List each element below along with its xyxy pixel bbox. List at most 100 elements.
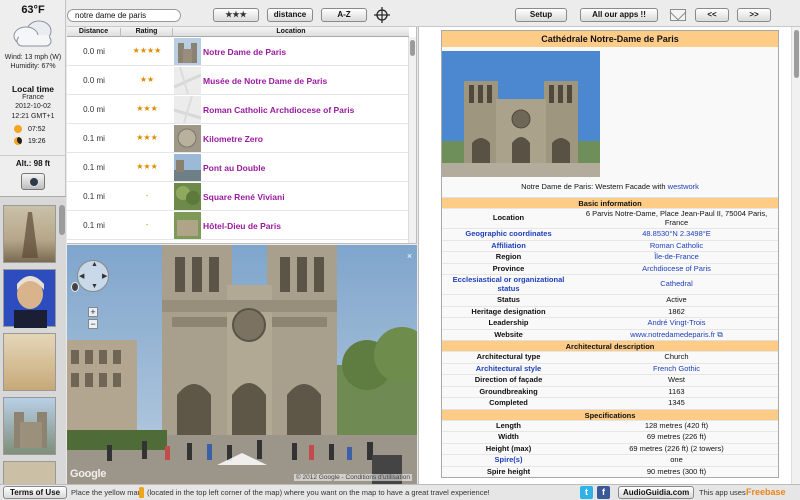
wiki-scrollbar-thumb[interactable] <box>794 30 799 78</box>
audioguidia-button[interactable]: AudioGuidia.com <box>618 486 695 499</box>
pan-down-icon[interactable]: ▼ <box>91 283 98 290</box>
list-item-name: Roman Catholic Archdiocese of Paris <box>203 105 355 115</box>
mail-icon[interactable] <box>670 9 686 21</box>
list-item-name: Kilometre Zero <box>203 134 263 144</box>
hint-text: Place the yellow man <box>71 488 142 497</box>
thumbnails-scrollbar[interactable] <box>59 205 65 235</box>
row-key: Spire height <box>486 466 531 476</box>
pan-up-icon[interactable]: ▲ <box>91 261 98 268</box>
pan-right-icon[interactable]: ▶ <box>102 272 107 280</box>
row-value-link[interactable]: Île-de-France <box>575 252 778 263</box>
all-our-apps-button[interactable]: All our apps !! <box>580 8 658 22</box>
row-value-link[interactable]: 48.8530°N 2.3498°E <box>575 229 778 240</box>
pan-left-icon[interactable]: ◀ <box>79 272 84 280</box>
infobox-row: Groundbreaking 1163 <box>442 385 778 398</box>
place-photo <box>174 154 201 181</box>
this-app-uses-label: This app uses <box>699 488 746 497</box>
row-value: 1862 <box>668 306 685 316</box>
zoom-out-button[interactable]: − <box>88 319 98 329</box>
wiki-scrollbar[interactable] <box>791 27 800 484</box>
twitter-icon[interactable]: t <box>580 486 593 499</box>
distance-column-header[interactable]: Distance <box>67 28 121 37</box>
street-view-pan-control[interactable]: ▲ ▼ ◀ ▶ <box>77 260 109 292</box>
next-button[interactable]: >> <box>737 8 771 22</box>
row-value-link[interactable]: Archdiocese of Paris <box>575 264 778 275</box>
list-item-rating: ★★★ <box>136 104 158 113</box>
photo-thumbnail[interactable] <box>3 269 56 328</box>
portrait-photo <box>14 276 47 328</box>
row-value: Church <box>664 352 689 361</box>
photo-thumbnail[interactable] <box>3 397 56 455</box>
zoom-in-button[interactable]: + <box>88 307 98 317</box>
infobox-row: Geographic coordinates 48.8530°N 2.3498°E <box>442 228 778 240</box>
row-value: West <box>668 375 685 384</box>
list-item-distance: 0.1 mi <box>83 192 105 201</box>
pegman-icon[interactable] <box>71 282 79 292</box>
list-item-rating: - <box>145 220 149 229</box>
row-value: Active <box>666 295 687 304</box>
map-copyright[interactable]: © 2012 Google - Conditions d'utilisation <box>293 474 412 481</box>
photo-thumbnail[interactable] <box>3 205 56 263</box>
website-link[interactable]: www.notredamedeparis.fr ⧉ <box>575 330 778 341</box>
infobox: Cathédrale Notre-Dame de Paris Notre Dam… <box>441 30 779 478</box>
facebook-icon[interactable]: f <box>597 486 610 499</box>
row-value-link[interactable]: Cathedral <box>575 279 778 290</box>
terms-of-use-button[interactable]: Terms of Use <box>3 486 68 499</box>
google-logo: Google <box>70 468 107 480</box>
infobox-row: Width 69 metres (226 ft) <box>442 431 778 443</box>
location-column-header[interactable]: Location <box>173 28 409 37</box>
freebase-logo[interactable]: Freebase <box>746 487 786 497</box>
row-value-link[interactable]: Roman Catholic <box>575 241 778 252</box>
sort-by-distance-button[interactable]: distance <box>267 8 313 22</box>
row-key: Height (max) <box>485 443 532 453</box>
list-item[interactable]: 0.1 mi - Square René Viviani <box>67 182 409 211</box>
infobox-row: Direction of façade West <box>442 374 778 386</box>
infobox-row: Location 6 Parvis Notre-Dame, Place Jean-… <box>442 208 778 228</box>
sunset-row: 19:26 <box>14 137 46 145</box>
list-item-distance: 0.1 mi <box>83 163 105 172</box>
search-input[interactable] <box>67 9 181 22</box>
place-photo <box>174 212 201 239</box>
row-value-link[interactable]: French Gothic <box>575 364 778 375</box>
list-item-name: Hôtel-Dieu de Paris <box>203 221 281 231</box>
list-item[interactable]: 0.0 mi ★★★★ Notre Dame de Paris <box>67 37 409 66</box>
row-key: Completed <box>489 398 528 407</box>
row-key-link[interactable]: Ecclesiastical or organizational status <box>442 275 575 294</box>
local-date: 2012-10-02 <box>15 103 51 110</box>
list-scrollbar[interactable] <box>408 37 416 243</box>
westwork-link[interactable]: westwork <box>668 182 699 191</box>
camera-icon[interactable] <box>21 173 45 190</box>
list-item[interactable]: 0.1 mi ★★★ Pont au Double <box>67 153 409 182</box>
sort-alphabetical-button[interactable]: A-Z <box>321 8 367 22</box>
row-key: Status <box>497 295 520 304</box>
row-key-link[interactable]: Architectural style <box>442 364 575 375</box>
list-item-distance: 0.1 mi <box>83 221 105 230</box>
list-item[interactable]: 0.0 mi ★★ Musée de Notre Dame de Paris <box>67 66 409 95</box>
street-view-map[interactable]: ▲ ▼ ◀ ▶ + − × Google © 2012 Google - Con… <box>67 245 417 484</box>
photo-thumbnails[interactable] <box>0 196 66 484</box>
rating-column-header[interactable]: Rating <box>121 28 173 37</box>
local-time-title: Local time <box>11 84 55 94</box>
toolbar: ★★★ distance A-Z Setup All our apps !! <… <box>67 0 800 27</box>
row-value: 69 metres (226 ft) <box>646 432 707 441</box>
row-value: 6 Parvis Notre-Dame, Place Jean-Paul II,… <box>585 209 768 227</box>
row-value-link[interactable]: André Vingt-Trois <box>575 318 778 329</box>
list-scrollbar-thumb[interactable] <box>410 40 415 56</box>
setup-button[interactable]: Setup <box>515 8 567 22</box>
previous-button[interactable]: << <box>695 8 729 22</box>
list-item[interactable]: 0.1 mi ★★★ Kilometre Zero <box>67 124 409 153</box>
row-key-link[interactable]: Affiliation <box>442 241 575 252</box>
list-item[interactable]: 0.1 mi - Hôtel-Dieu de Paris <box>67 211 409 240</box>
photo-thumbnail[interactable] <box>3 461 56 484</box>
row-key-link[interactable]: Geographic coordinates <box>442 229 575 240</box>
photo-thumbnail[interactable] <box>3 333 56 391</box>
sort-by-rating-button[interactable]: ★★★ <box>213 8 259 22</box>
list-item-distance: 0.1 mi <box>83 134 105 143</box>
locate-crosshair-icon[interactable] <box>374 7 390 23</box>
list-item[interactable]: 0.0 mi ★★★ Roman Catholic Archdiocese of… <box>67 95 409 124</box>
cathedral-photo <box>14 412 47 448</box>
infobox-row: Status Active <box>442 294 778 306</box>
close-icon[interactable]: × <box>405 252 414 261</box>
row-key-link[interactable]: Spire(s) <box>442 455 575 466</box>
list-item[interactable] <box>67 240 409 243</box>
